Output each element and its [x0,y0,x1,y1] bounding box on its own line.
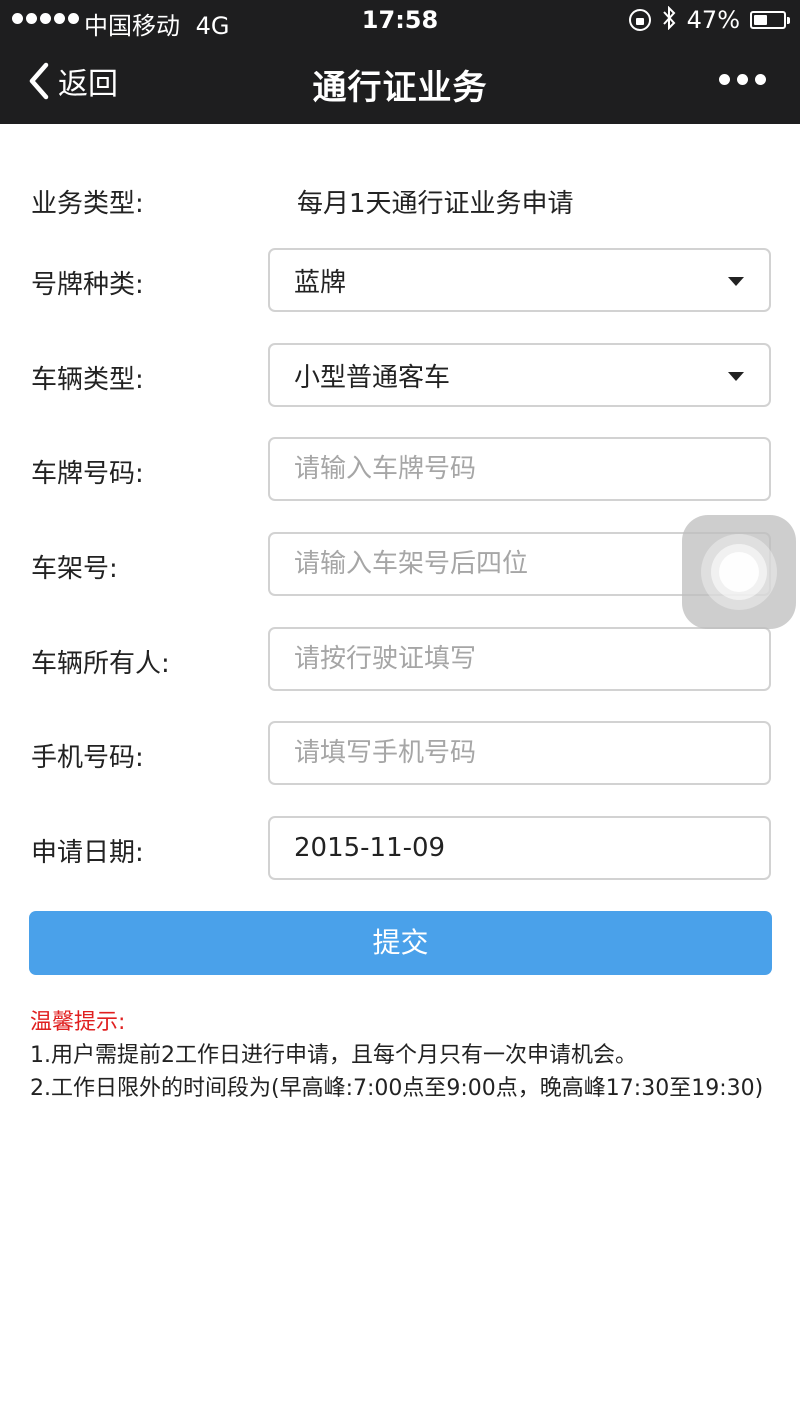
tips-title: 温馨提示: [30,1010,126,1035]
owner-input[interactable] [294,644,769,674]
business-type-label: 业务类型: [31,189,144,219]
plate-number-label: 车牌号码: [31,459,144,489]
apply-date-value: 2015-11-09 [294,833,446,863]
page-title: 通行证业务 [312,68,488,108]
owner-label: 车辆所有人: [31,649,170,679]
vehicle-type-label: 车辆类型: [31,365,144,395]
submit-button[interactable]: 提交 [29,911,772,975]
plate-kind-select[interactable]: 蓝牌 [268,248,771,312]
apply-date-label: 申请日期: [31,838,144,868]
top-bar: 中国移动 4G 17:58 47% 返回 通行证业务 [0,0,800,124]
tips-section: 温馨提示: 1.用户需提前2工作日进行申请，且每个月只有一次申请机会。 2.工作… [30,1006,763,1105]
phone-label: 手机号码: [31,743,144,773]
nav-bar: 返回 通行证业务 [0,40,800,124]
plate-number-field [268,437,771,501]
tips-line-2: 2.工作日限外的时间段为(早高峰:7:00点至9:00点，晚高峰17:30至19… [30,1076,764,1101]
owner-field [268,627,771,691]
battery-icon [750,11,790,29]
plate-kind-label: 号牌种类: [31,270,144,300]
battery-percent: 47% [686,6,740,34]
status-bar: 中国移动 4G 17:58 47% [0,0,800,40]
dropdown-arrow-icon [728,372,744,381]
bluetooth-icon [661,5,677,34]
plate-kind-value: 蓝牌 [294,267,347,298]
rotation-lock-icon [628,9,651,31]
tips-line-1: 1.用户需提前2工作日进行申请，且每个月只有一次申请机会。 [30,1043,637,1068]
vehicle-type-value: 小型普通客车 [294,362,451,393]
status-right: 47% [628,5,790,34]
apply-date-field[interactable]: 2015-11-09 [268,816,771,880]
frame-number-label: 车架号: [31,554,118,584]
dropdown-arrow-icon [728,277,744,286]
assistive-touch-button[interactable] [682,515,796,629]
plate-number-input[interactable] [294,454,769,484]
more-menu-icon[interactable] [719,74,766,85]
vehicle-type-select[interactable]: 小型普通客车 [268,343,771,407]
phone-field [268,721,771,785]
phone-input[interactable] [294,738,769,768]
business-type-value: 每月1天通行证业务申请 [297,189,574,219]
